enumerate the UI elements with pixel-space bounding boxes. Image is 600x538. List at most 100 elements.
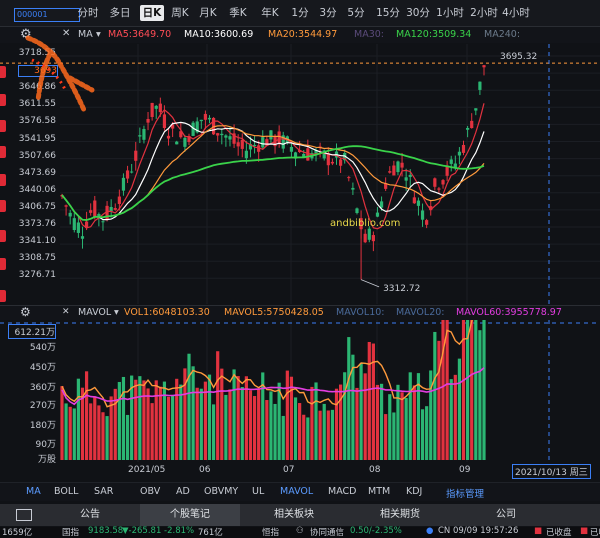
indicator-指标管理[interactable]: 指标管理: [446, 486, 484, 500]
candle-body: [101, 221, 105, 223]
panel-toggle-icon[interactable]: [16, 509, 32, 521]
candle-body: [277, 131, 281, 144]
mavol20-legend: MAVOL20:: [396, 307, 445, 318]
volume-bar: [228, 389, 232, 460]
tab-2[interactable]: 日K: [140, 5, 164, 21]
tab-7[interactable]: 1分: [288, 5, 312, 21]
close-icon[interactable]: ✕: [62, 307, 70, 317]
volume-bar: [150, 403, 154, 460]
candle-body: [441, 180, 445, 185]
candle-body: [117, 196, 121, 204]
candle-body: [130, 171, 134, 173]
volume-bar: [396, 384, 400, 460]
volume-bar: [64, 403, 68, 460]
candle-body: [457, 151, 462, 156]
indicator-macd[interactable]: MACD: [328, 486, 356, 497]
indicator-boll[interactable]: BOLL: [54, 486, 78, 497]
volume-bar: [199, 388, 203, 460]
candle-body: [261, 137, 265, 148]
candle-body: [138, 135, 142, 137]
candle-body: [461, 144, 466, 153]
tab-4[interactable]: 月K: [196, 5, 220, 21]
tab-0[interactable]: 分时: [76, 5, 100, 21]
volume-bar: [158, 386, 162, 460]
tab-5[interactable]: 季K: [226, 5, 250, 21]
candle-body: [154, 105, 158, 109]
tab-10[interactable]: 15分: [372, 5, 404, 21]
volume-bar: [302, 414, 306, 460]
mavol-label[interactable]: MAVOL: [78, 307, 111, 318]
volume-bar: [412, 385, 416, 460]
volume-bar: [482, 320, 486, 460]
status-name2: 恒指: [262, 528, 280, 538]
stock-code-box[interactable]: 000001: [14, 8, 80, 22]
volume-bar: [322, 403, 326, 460]
gear-icon[interactable]: ⚙: [20, 305, 31, 319]
period-tab-bar: 000001 分时 多日 日K 周K 月K 季K 年K 1分 3分 5分 15分 30分 1小时 2小时 4…: [0, 0, 600, 27]
indicator-ma[interactable]: MA: [26, 486, 41, 497]
status-clock: CN 09/09 19:57:26: [438, 526, 519, 536]
volume-bar: [203, 381, 207, 460]
status-sync-change: 0.50/-2.35%: [350, 526, 402, 536]
candle-body: [244, 150, 248, 159]
status-volume: 1659亿: [2, 528, 33, 538]
volume-bar: [257, 389, 261, 460]
volume-bar: [146, 388, 150, 460]
bottom-tab-0[interactable]: 公告: [40, 504, 140, 526]
tab-8[interactable]: 3分: [316, 5, 340, 21]
tab-9[interactable]: 5分: [344, 5, 368, 21]
volume-bar: [224, 394, 228, 460]
volume-bar: [392, 412, 396, 460]
bottom-tab-4[interactable]: 公司: [456, 504, 556, 526]
tab-13[interactable]: 2小时: [468, 5, 500, 21]
volume-bar: [441, 320, 445, 460]
tab-1[interactable]: 多日: [108, 5, 132, 21]
watermark-text: andbiblio.com: [330, 218, 400, 229]
tab-6[interactable]: 年K: [258, 5, 282, 21]
chevron-down-icon[interactable]: ▾: [114, 307, 119, 318]
indicator-mtm[interactable]: MTM: [368, 486, 390, 497]
indicator-sar[interactable]: SAR: [94, 486, 113, 497]
volume-bar: [343, 372, 347, 460]
volume-bar: [216, 351, 220, 460]
volume-bar: [68, 406, 72, 460]
candle-body: [425, 220, 429, 225]
volume-bar: [425, 406, 429, 460]
volume-bar: [363, 373, 367, 460]
hand-drawn-annotation: [25, 35, 95, 113]
tab-11[interactable]: 30分: [402, 5, 434, 21]
candle-body: [330, 161, 335, 164]
volume-bar: [314, 382, 318, 460]
volume-bar: [367, 341, 371, 460]
bottom-tab-3[interactable]: 相关期货: [350, 504, 450, 526]
indicator-mavol[interactable]: MAVOL: [280, 486, 313, 497]
volume-bar: [117, 381, 121, 460]
ma120-legend: MA120:3509.34: [396, 29, 472, 40]
candle-body: [466, 128, 470, 130]
candle-body: [339, 159, 343, 166]
candle-body: [347, 177, 351, 179]
indicator-obvmy[interactable]: OBVMY: [204, 486, 238, 497]
bottom-tab-1[interactable]: 个股笔记: [140, 504, 240, 526]
candle-body: [400, 162, 404, 168]
tab-3[interactable]: 周K: [168, 5, 192, 21]
volume-bar: [474, 320, 478, 460]
volume-bar: [121, 376, 126, 460]
volume-bar: [429, 370, 433, 460]
candle-body: [220, 133, 224, 136]
indicator-ul[interactable]: UL: [252, 486, 264, 497]
tab-12[interactable]: 1小时: [434, 5, 466, 21]
volume-bar: [330, 409, 335, 460]
bottom-tab-2[interactable]: 相关板块: [244, 504, 344, 526]
tab-14[interactable]: 4小时: [500, 5, 532, 21]
volume-bar: [285, 370, 289, 460]
indicator-obv[interactable]: OBV: [140, 486, 160, 497]
globe-icon: ●: [426, 526, 434, 536]
candle-body: [175, 141, 179, 145]
indicator-ad[interactable]: AD: [176, 486, 190, 497]
low-pointer: [360, 279, 380, 288]
candle-body: [68, 212, 72, 217]
volume-chart[interactable]: [0, 320, 600, 462]
status-index-change: ▼-265.81 -2.81%: [122, 526, 195, 536]
indicator-kdj[interactable]: KDJ: [406, 486, 422, 497]
